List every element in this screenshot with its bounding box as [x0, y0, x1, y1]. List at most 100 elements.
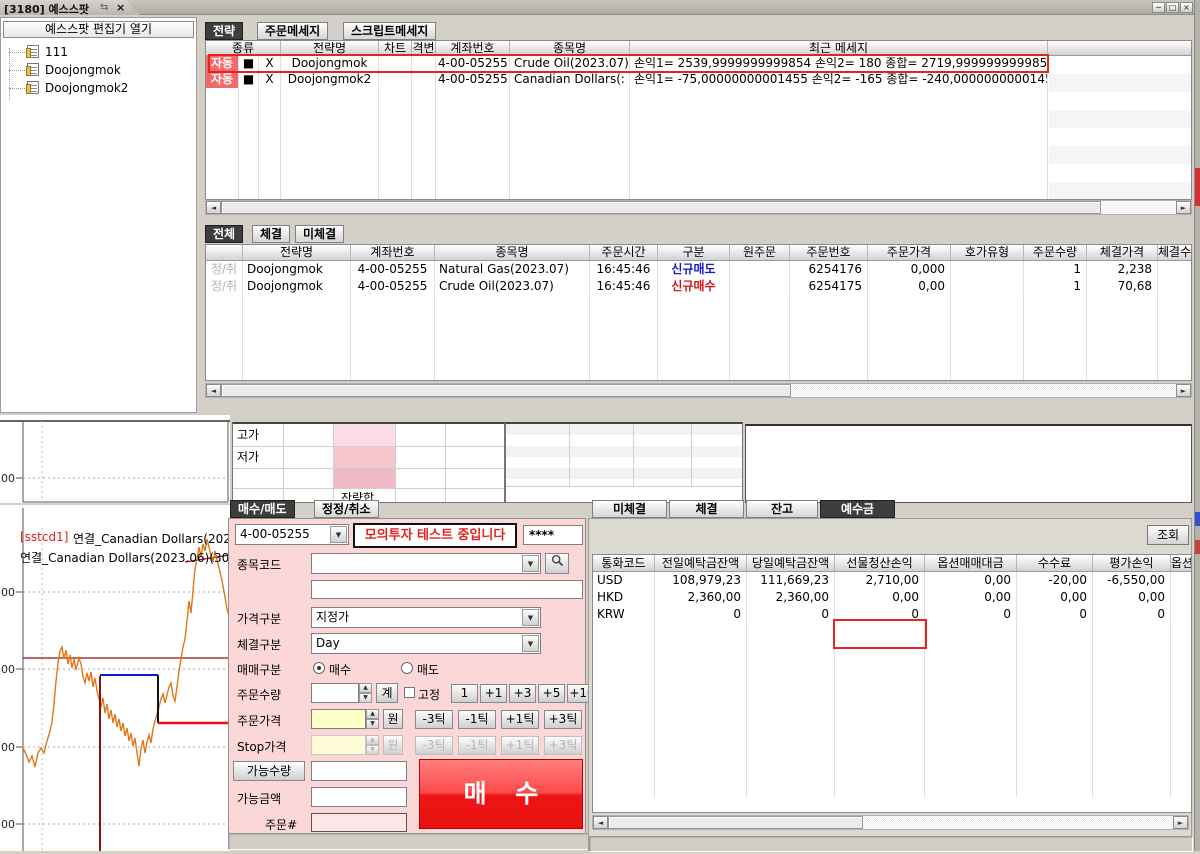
col-side[interactable]: 구분 — [658, 245, 730, 260]
chevron-down-icon[interactable]: ▼ — [522, 555, 539, 572]
tab-modify-cancel[interactable]: 정정/취소 — [314, 500, 379, 518]
qty-1-button[interactable]: 1 — [451, 684, 478, 703]
account-select[interactable]: 4-00-05255 ▼ — [235, 524, 349, 545]
close-strategy-icon[interactable]: X — [259, 56, 281, 72]
scroll-thumb[interactable] — [608, 816, 863, 829]
deposit-row[interactable]: USD 108,979,23 111,669,23 2,710,00 0,00 … — [593, 572, 1191, 589]
order-row[interactable]: 정/취 Doojongmok 4-00-05255 Crude Oil(2023… — [206, 278, 1191, 295]
col-option-market[interactable]: 옵션시장 — [1171, 555, 1192, 571]
deposit-row[interactable]: HKD 2,360,00 2,360,00 0,00 0,00 0,00 0,0… — [593, 589, 1191, 606]
col-symbol[interactable]: 종목명 — [510, 41, 630, 55]
tab-unfilled[interactable]: 미체결 — [592, 500, 667, 518]
tab-deposit[interactable]: 예수금 — [820, 500, 895, 518]
close-strategy-icon[interactable]: X — [259, 72, 281, 88]
col-eval-pl[interactable]: 평가손익 — [1093, 555, 1171, 571]
tab-order-message[interactable]: 주문메세지 — [257, 22, 328, 40]
col-quote-type[interactable]: 호가유형 — [951, 245, 1024, 260]
col-type[interactable]: 종류 — [206, 41, 281, 55]
buy-radio-label[interactable]: 매수 — [329, 661, 351, 678]
scroll-right-icon[interactable]: ► — [1176, 384, 1191, 397]
fill-type-select[interactable]: Day ▼ — [311, 633, 541, 654]
col-order-no[interactable]: 주문번호 — [790, 245, 868, 260]
query-button[interactable]: 조회 — [1147, 525, 1189, 545]
col-futures-pl[interactable]: 선물청산손익 — [835, 555, 925, 571]
col-orig-order[interactable]: 원주문 — [730, 245, 790, 260]
strategy-hscrollbar[interactable]: ◄ ► — [205, 200, 1192, 215]
won-button[interactable]: 원 — [383, 709, 403, 729]
strategy-row[interactable]: 자동 ■ X Doojongmok 4-00-05255 Crude Oil(2… — [206, 56, 1191, 72]
tab-filled[interactable]: 체결 — [252, 225, 290, 243]
scroll-left-icon[interactable]: ◄ — [593, 816, 608, 829]
price-stepper[interactable]: ▲▼ — [366, 709, 379, 729]
scroll-left-icon[interactable]: ◄ — [206, 201, 221, 214]
modify-cancel-link[interactable]: 정/취 — [206, 261, 243, 278]
col-fill-qty[interactable]: 체결수량 — [1158, 245, 1192, 260]
qty-stepper[interactable]: ▲▼ — [359, 683, 372, 703]
account-hscrollbar[interactable]: ◄ ► — [592, 815, 1189, 830]
order-price-input[interactable] — [311, 709, 366, 729]
col-chart[interactable]: 차트 — [379, 41, 412, 55]
col-strategy-name[interactable]: 전략명 — [281, 41, 379, 55]
fixed-checkbox-label[interactable]: 고정 — [418, 686, 440, 703]
scroll-right-icon[interactable]: ► — [1176, 201, 1191, 214]
minimize-button[interactable]: ─ — [1152, 2, 1165, 13]
stop-icon[interactable]: ■ — [239, 56, 259, 72]
scroll-left-icon[interactable]: ◄ — [206, 384, 221, 397]
qty-plus3-button[interactable]: +3 — [509, 684, 536, 703]
deposit-row[interactable]: KRW 0 0 0 0 0 0 — [593, 606, 1191, 623]
plus3tick-button[interactable]: +3틱 — [544, 710, 582, 729]
tab-filled[interactable]: 체결 — [669, 500, 744, 518]
col-account[interactable]: 계좌번호 — [436, 41, 510, 55]
col-fee[interactable]: 수수료 — [1017, 555, 1093, 571]
close-button[interactable]: × — [1180, 2, 1193, 13]
qty-plus5-button[interactable]: +5 — [538, 684, 565, 703]
tab-script-message[interactable]: 스크립트메세지 — [343, 22, 436, 40]
tab-unfilled[interactable]: 미체결 — [295, 225, 344, 243]
tab-strategy[interactable]: 전략 — [205, 22, 243, 40]
col-last-message[interactable]: 최근 메세지 — [630, 41, 1048, 55]
fixed-checkbox[interactable] — [404, 687, 415, 698]
col-order-qty[interactable]: 주문수량 — [1024, 245, 1087, 260]
tab-close-icon[interactable]: × — [116, 1, 125, 14]
col-gb[interactable]: 격변 — [412, 41, 436, 55]
order-row[interactable]: 정/취 Doojongmok 4-00-05255 Natural Gas(20… — [206, 261, 1191, 278]
tab-all[interactable]: 전체 — [205, 225, 243, 243]
minus3tick-button[interactable]: -3틱 — [415, 710, 453, 729]
qty-input[interactable] — [311, 683, 359, 703]
chevron-down-icon[interactable]: ▼ — [330, 526, 347, 543]
sell-radio[interactable] — [401, 662, 413, 674]
col-order-price[interactable]: 주문가격 — [868, 245, 951, 260]
password-field[interactable]: **** — [523, 525, 583, 545]
plus1tick-button[interactable]: +1틱 — [501, 710, 539, 729]
tab-balance[interactable]: 잔고 — [746, 500, 818, 518]
col-strategy-name[interactable]: 전략명 — [243, 245, 351, 260]
buy-submit-button[interactable]: 매 수 — [419, 759, 583, 829]
open-editor-button[interactable]: 예스스팟 편집기 열기 — [3, 21, 194, 38]
auto-badge[interactable]: 자동 — [206, 72, 239, 88]
orders-hscrollbar[interactable]: ◄ ► — [205, 383, 1192, 398]
minus1tick-button[interactable]: -1틱 — [458, 710, 496, 729]
col-symbol[interactable]: 종목명 — [435, 245, 590, 260]
chevron-down-icon[interactable]: ▼ — [522, 609, 539, 626]
auto-badge[interactable]: 자동 — [206, 56, 239, 72]
maximize-button[interactable]: □ — [1166, 2, 1179, 13]
col-option-amount[interactable]: 옵션매매대금 — [925, 555, 1017, 571]
qty-plus1-button[interactable]: +1 — [480, 684, 507, 703]
scroll-thumb[interactable] — [221, 384, 791, 397]
strategy-row[interactable]: 자동 ■ X Doojongmok2 4-00-05255 Canadian D… — [206, 72, 1191, 88]
scroll-right-icon[interactable]: ► — [1173, 816, 1188, 829]
available-qty-button[interactable]: 가능수량 — [233, 761, 305, 781]
buy-radio[interactable] — [313, 662, 325, 674]
col-account[interactable]: 계좌번호 — [351, 245, 435, 260]
tab-buy-sell[interactable]: 매수/매도 — [230, 500, 295, 518]
col-order-time[interactable]: 주문시간 — [590, 245, 658, 260]
price-type-select[interactable]: 지정가 ▼ — [311, 607, 541, 628]
symbol-search-button[interactable] — [545, 553, 569, 574]
col-currency[interactable]: 통화코드 — [593, 555, 655, 571]
stop-icon[interactable]: ■ — [239, 72, 259, 88]
col-today-deposit[interactable]: 당일예탁금잔액 — [747, 555, 835, 571]
sum-button[interactable]: 계 — [376, 683, 398, 703]
col-prev-deposit[interactable]: 전일예탁금잔액 — [655, 555, 747, 571]
sell-radio-label[interactable]: 매도 — [417, 661, 439, 678]
symbol-select[interactable]: ▼ — [311, 553, 541, 574]
